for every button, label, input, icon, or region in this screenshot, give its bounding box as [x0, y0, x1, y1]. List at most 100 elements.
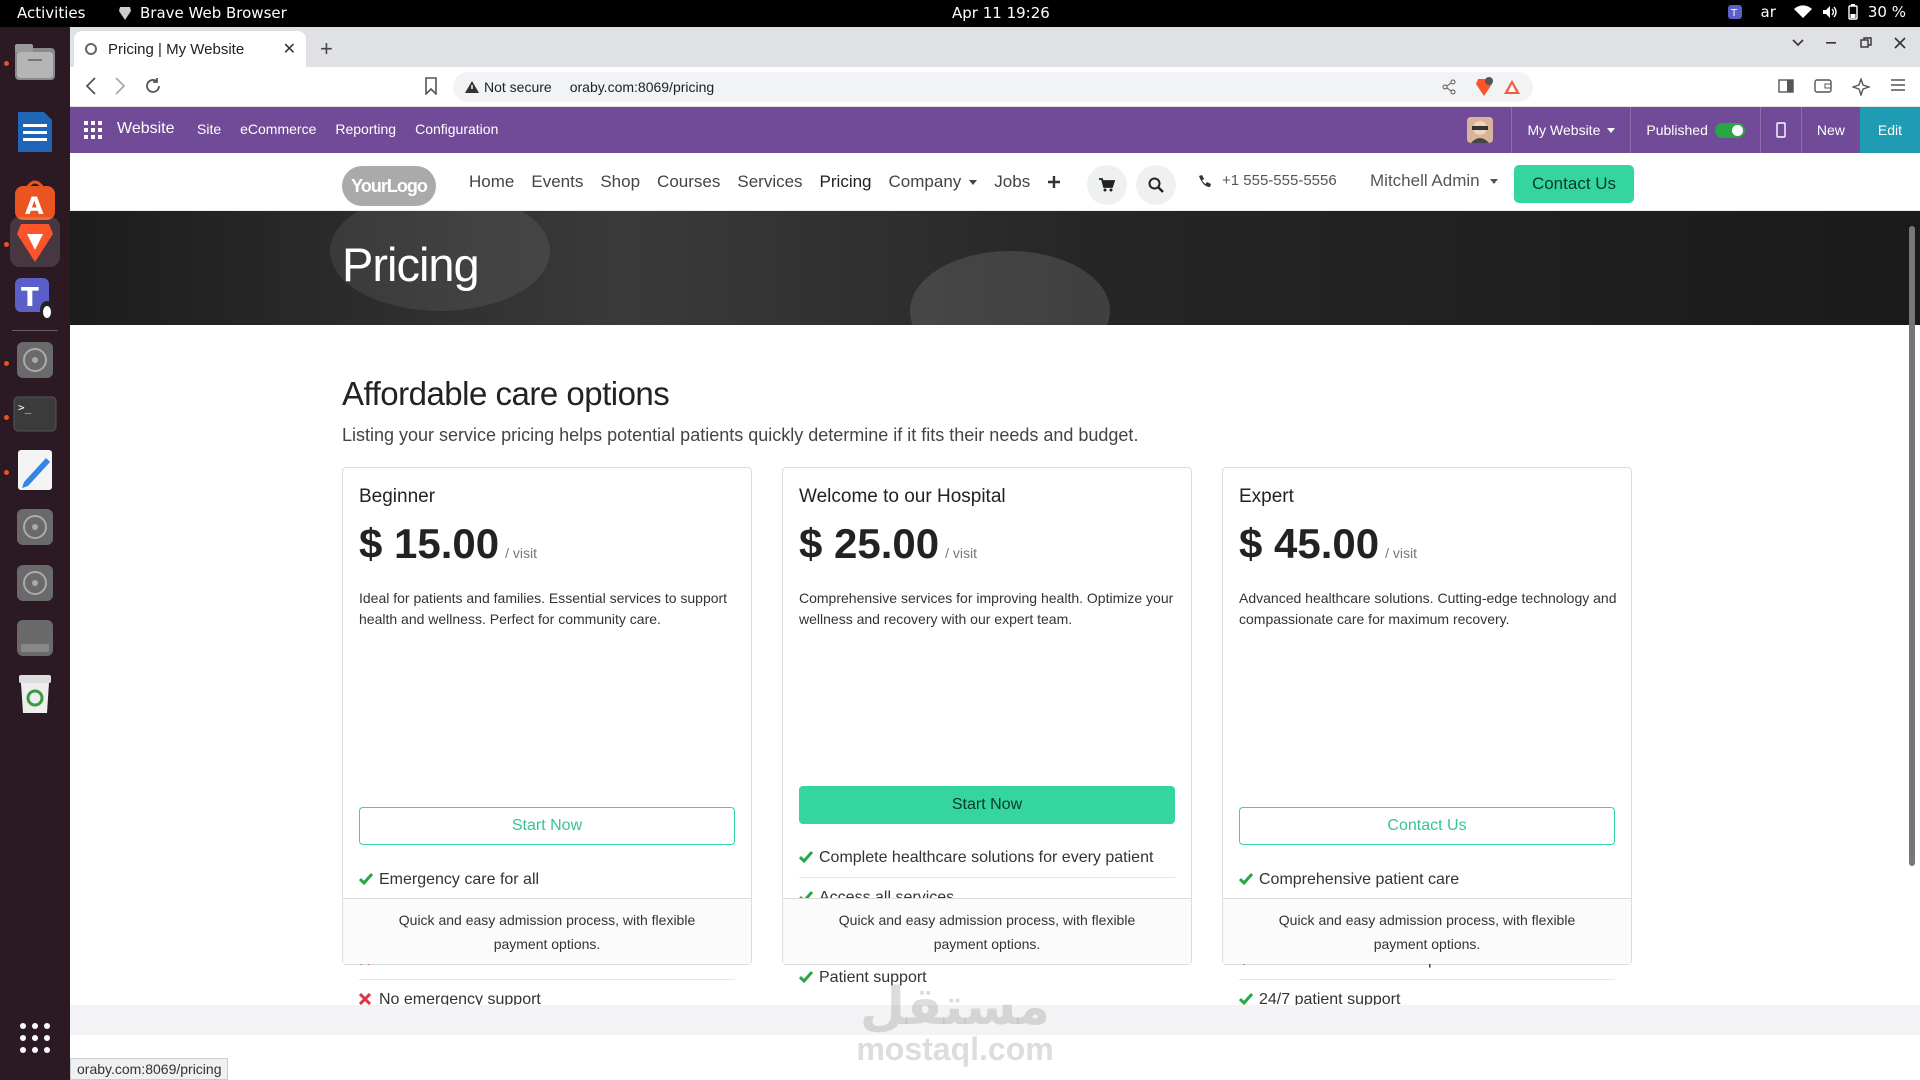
brave-lion-icon — [119, 7, 131, 20]
watermark-latin: mostaql.com — [856, 1031, 1054, 1067]
nav-company[interactable]: Company — [889, 172, 978, 192]
page-scrollbar[interactable] — [1909, 226, 1917, 866]
wifi-icon — [1793, 5, 1812, 19]
reload-icon[interactable] — [144, 77, 162, 95]
running-indicator — [4, 415, 9, 420]
url-text[interactable]: oraby.com:8069/pricing — [570, 79, 714, 95]
odoo-menu-configuration[interactable]: Configuration — [415, 121, 498, 137]
system-top-bar: Activities Brave Web Browser Apr 11 19:2… — [0, 0, 1920, 27]
plan-description: Comprehensive services for improving hea… — [799, 590, 1174, 627]
odoo-app-name[interactable]: Website — [117, 120, 175, 138]
restore-icon[interactable] — [1860, 37, 1872, 49]
menu-hamburger-icon[interactable] — [1890, 78, 1906, 92]
clock[interactable]: Apr 11 19:26 — [952, 4, 1050, 22]
ssd-drive-icon[interactable] — [10, 613, 60, 663]
nav-jobs[interactable]: Jobs — [994, 172, 1030, 192]
app-indicator-label: Brave Web Browser — [140, 4, 287, 22]
feature-marker — [799, 846, 813, 863]
disk-drive-2-icon[interactable] — [10, 502, 60, 552]
caret-down-icon — [1607, 127, 1616, 133]
odoo-menu-reporting[interactable]: Reporting — [335, 121, 396, 137]
site-nav: Home Events Shop Courses Services Pricin… — [469, 172, 1061, 192]
terminal-icon[interactable]: >_ — [10, 389, 60, 439]
trash-icon[interactable] — [10, 669, 60, 719]
warning-icon — [465, 81, 479, 93]
cart-icon — [1099, 178, 1115, 192]
mobile-icon — [1776, 122, 1786, 138]
edit-button[interactable]: Edit — [1859, 107, 1920, 153]
system-tray[interactable]: T ar 30 % — [1727, 3, 1906, 21]
user-menu[interactable]: Mitchell Admin — [1370, 171, 1498, 191]
nav-shop[interactable]: Shop — [600, 172, 640, 192]
nav-pricing[interactable]: Pricing — [820, 172, 872, 192]
plan-cta-button[interactable]: Contact Us — [1239, 807, 1615, 845]
activities-button[interactable]: Activities — [17, 4, 85, 22]
volume-icon — [1822, 6, 1837, 18]
nav-events[interactable]: Events — [531, 172, 583, 192]
odoo-menu-ecommerce[interactable]: eCommerce — [240, 121, 316, 137]
plan-cta-button[interactable]: Start Now — [799, 786, 1175, 824]
app-indicator[interactable]: Brave Web Browser — [118, 4, 287, 22]
status-bubble: oraby.com:8069/pricing — [70, 1058, 229, 1080]
leo-ai-icon[interactable] — [1852, 78, 1870, 96]
brave-rewards-icon[interactable] — [1503, 79, 1521, 95]
url-field[interactable]: Not secure oraby.com:8069/pricing — [453, 72, 1533, 102]
new-button[interactable]: New — [1802, 107, 1860, 153]
plan-title: Beginner — [359, 486, 436, 507]
price-unit: / visit — [945, 545, 978, 561]
bookmark-icon[interactable] — [424, 77, 438, 95]
disk-drive-icon[interactable] — [10, 335, 60, 385]
header-contact-button[interactable]: Contact Us — [1514, 165, 1634, 203]
security-indicator[interactable]: Not secure — [465, 79, 552, 95]
website-header: YourLogo Home Events Shop Courses Servic… — [70, 153, 1920, 211]
search-button[interactable] — [1136, 165, 1176, 205]
close-window-icon[interactable] — [1894, 37, 1906, 49]
wallet-icon[interactable] — [1814, 78, 1832, 94]
phone-link[interactable]: +1 555-555-5556 — [1198, 172, 1337, 189]
publish-toggle[interactable]: Published — [1631, 107, 1760, 153]
section-heading: Affordable care options — [342, 375, 670, 412]
cart-button[interactable] — [1087, 165, 1127, 205]
show-apps-grid-icon[interactable] — [10, 1013, 60, 1063]
add-menu-plus-icon[interactable] — [1047, 175, 1061, 189]
brave-browser-dock-icon[interactable] — [10, 217, 60, 267]
publish-label: Published — [1646, 122, 1708, 138]
minimize-icon[interactable] — [1826, 42, 1838, 44]
user-avatar[interactable] — [1467, 117, 1494, 143]
files-app-icon[interactable] — [10, 37, 60, 87]
forward-icon[interactable] — [115, 77, 125, 95]
feature-marker — [359, 868, 373, 885]
check-icon — [359, 873, 373, 885]
feature-marker — [799, 966, 813, 983]
tab-search-chevron-icon[interactable] — [1792, 39, 1804, 47]
scrollbar-thumb[interactable] — [1909, 226, 1915, 866]
teams-for-linux-icon[interactable]: T — [10, 273, 60, 323]
libreoffice-writer-icon[interactable] — [10, 107, 60, 157]
nav-home[interactable]: Home — [469, 172, 514, 192]
tab-pricing[interactable]: Pricing | My Website ✕ — [74, 31, 306, 67]
feature-text: Comprehensive patient care — [1259, 871, 1460, 888]
sidebar-toggle-icon[interactable] — [1778, 78, 1794, 94]
plan-cta-button[interactable]: Start Now — [359, 807, 735, 845]
disk-drive-3-icon[interactable] — [10, 558, 60, 608]
brave-shields-icon[interactable] — [1475, 77, 1493, 97]
mobile-preview-button[interactable] — [1761, 107, 1801, 153]
new-tab-icon[interactable]: + — [320, 36, 333, 62]
feature-item: Complete healthcare solutions for every … — [799, 838, 1175, 878]
odoo-menu-site[interactable]: Site — [197, 121, 221, 137]
feature-item: Comprehensive patient care — [1239, 860, 1615, 900]
apps-grid-icon[interactable] — [84, 121, 102, 139]
website-switcher[interactable]: My Website — [1512, 107, 1630, 153]
price-unit: / visit — [1385, 545, 1418, 561]
battery-percent: 30 % — [1867, 3, 1906, 21]
nav-services[interactable]: Services — [737, 172, 802, 192]
keyboard-layout[interactable]: ar — [1761, 3, 1776, 21]
publish-switch[interactable] — [1714, 122, 1745, 138]
nav-courses[interactable]: Courses — [657, 172, 720, 192]
text-editor-icon[interactable] — [10, 445, 60, 495]
security-label: Not secure — [484, 79, 552, 95]
tab-close-icon[interactable]: ✕ — [283, 39, 296, 59]
share-icon[interactable] — [1441, 79, 1457, 95]
back-icon[interactable] — [86, 77, 96, 95]
site-logo[interactable]: YourLogo — [342, 166, 436, 206]
